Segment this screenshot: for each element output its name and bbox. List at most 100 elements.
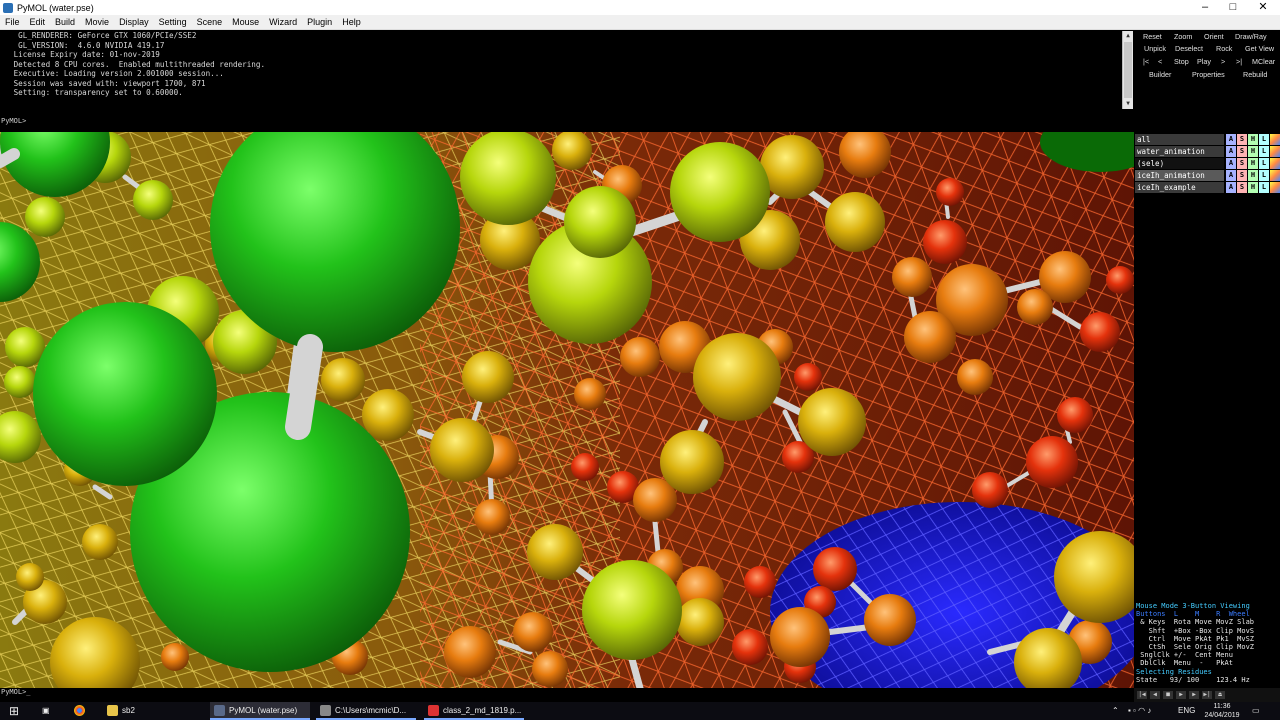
menu-help[interactable]: Help [337,17,366,27]
scroll-thumb[interactable] [1124,42,1132,98]
color-button[interactable] [1270,146,1280,157]
menu-display[interactable]: Display [114,17,154,27]
properties-button[interactable]: Properties [1192,69,1225,81]
object-row-water-animation[interactable]: water_animation A S H L [1135,146,1280,157]
windows-start-icon[interactable]: ⊞ [9,702,19,720]
chrome-icon[interactable] [74,702,89,720]
menu-mouse[interactable]: Mouse [227,17,264,27]
object-row-iceih-animation[interactable]: iceIh_animation A S H L [1135,170,1280,181]
rebuild-button[interactable]: Rebuild [1243,69,1267,81]
molecular-viewer[interactable] [0,132,1134,688]
action-button[interactable]: A [1226,170,1236,181]
rewind-button[interactable]: |< [1143,56,1149,68]
tray-chevron-icon[interactable]: ⌃ [1112,702,1119,720]
action-button[interactable]: A [1226,158,1236,169]
get-view-button[interactable]: Get View [1245,43,1274,55]
console-scrollbar[interactable]: ▲ ▼ [1122,31,1133,109]
language-indicator[interactable]: ENG [1178,702,1195,720]
label-button[interactable]: L [1259,146,1269,157]
taskbar-item-pymol[interactable]: PyMOL (water.pse) [210,702,310,720]
menu-build[interactable]: Build [50,17,80,27]
menu-file[interactable]: File [0,17,25,27]
menu-wizard[interactable]: Wizard [264,17,302,27]
action-button[interactable]: A [1226,134,1236,145]
play-icon[interactable]: ▶ [1176,691,1186,699]
reset-button[interactable]: Reset [1143,31,1162,43]
hide-button[interactable]: H [1248,182,1258,193]
builder-button[interactable]: Builder [1149,69,1171,81]
close-button[interactable]: ✕ [1248,0,1278,15]
mclear-button[interactable]: MClear [1252,56,1275,68]
menu-movie[interactable]: Movie [80,17,114,27]
hide-button[interactable]: H [1248,158,1258,169]
mouse-mode-panel[interactable]: Mouse Mode 3-Button Viewing Buttons L M R… [1134,602,1280,688]
color-button[interactable] [1270,158,1280,169]
show-button[interactable]: S [1237,134,1247,145]
back-icon[interactable]: ◀ [1150,691,1160,699]
hide-button[interactable]: H [1248,134,1258,145]
taskbar-item-pdf[interactable]: class_2_md_1819.p... [424,702,524,720]
forward-icon[interactable]: ▶ [1189,691,1199,699]
label-button[interactable]: L [1259,170,1269,181]
play-button[interactable]: Play [1197,56,1211,68]
label-button[interactable]: L [1259,158,1269,169]
command-input[interactable]: PyMOL> [0,110,1135,132]
object-row-sele[interactable]: (sele) A S H L [1135,158,1280,169]
hide-button[interactable]: H [1248,146,1258,157]
label-button[interactable]: L [1259,182,1269,193]
selecting-mode[interactable]: Selecting Residues [1136,668,1280,676]
notifications-icon[interactable]: ▭ [1252,702,1260,720]
show-button[interactable]: S [1237,182,1247,193]
show-button[interactable]: S [1237,158,1247,169]
taskbar-item-sb2[interactable]: sb2 [107,702,135,720]
show-button[interactable]: S [1237,170,1247,181]
menu-setting[interactable]: Setting [154,17,192,27]
molecular-scene[interactable] [0,132,1134,688]
label-button[interactable]: L [1259,134,1269,145]
end-button[interactable]: >| [1236,56,1242,68]
deselect-button[interactable]: Deselect [1175,43,1203,55]
forward-button[interactable]: > [1221,56,1225,68]
task-view-icon[interactable]: ▣ [42,702,50,720]
back-button[interactable]: < [1158,56,1162,68]
scroll-down-icon[interactable]: ▼ [1123,99,1133,109]
scroll-up-icon[interactable]: ▲ [1123,31,1133,41]
color-button[interactable] [1270,134,1280,145]
stop-button[interactable]: Stop [1174,56,1189,68]
color-button[interactable] [1270,182,1280,193]
movie-clear-icon[interactable]: ⏏ [1215,691,1225,699]
show-button[interactable]: S [1237,146,1247,157]
object-name[interactable]: all [1135,134,1224,145]
object-name[interactable]: water_animation [1135,146,1224,157]
rewind-icon[interactable]: |◀ [1137,691,1147,699]
action-button[interactable]: A [1226,146,1236,157]
rock-button[interactable]: Rock [1216,43,1232,55]
movie-controls: |◀ ◀ ■ ▶ ▶ ▶| ⏏ [1134,688,1280,702]
maximize-button[interactable]: □ [1218,0,1248,15]
object-name[interactable]: iceIh_example [1135,182,1224,193]
object-name[interactable]: iceIh_animation [1135,170,1224,181]
action-button[interactable]: A [1226,182,1236,193]
taskbar-item-terminal[interactable]: C:\Users\mcmic\D... [316,702,416,720]
clock[interactable]: 11:36 24/04/2019 [1202,702,1242,720]
end-icon[interactable]: ▶| [1202,691,1212,699]
draw-ray-button[interactable]: Draw/Ray [1235,31,1267,43]
hide-button[interactable]: H [1248,170,1258,181]
color-button[interactable] [1270,170,1280,181]
minimize-button[interactable]: – [1190,0,1220,15]
atom [904,311,956,363]
object-row-all[interactable]: all A S H L [1135,134,1280,145]
mouse-mode-title[interactable]: Mouse Mode 3-Button Viewing [1136,602,1280,610]
menu-plugin[interactable]: Plugin [302,17,337,27]
unpick-button[interactable]: Unpick [1144,43,1166,55]
bottom-command-input[interactable]: PyMOL>_ [0,688,1134,702]
menu-scene[interactable]: Scene [192,17,228,27]
orient-button[interactable]: Orient [1204,31,1224,43]
object-name[interactable]: (sele) [1135,158,1224,169]
zoom-button[interactable]: Zoom [1174,31,1192,43]
menu-edit[interactable]: Edit [25,17,51,27]
stop-icon[interactable]: ■ [1163,691,1173,699]
tray-icons[interactable]: ▪ ▫ ◠ ♪ [1128,702,1151,720]
object-row-iceih-example[interactable]: iceIh_example A S H L [1135,182,1280,193]
atom [362,389,414,441]
